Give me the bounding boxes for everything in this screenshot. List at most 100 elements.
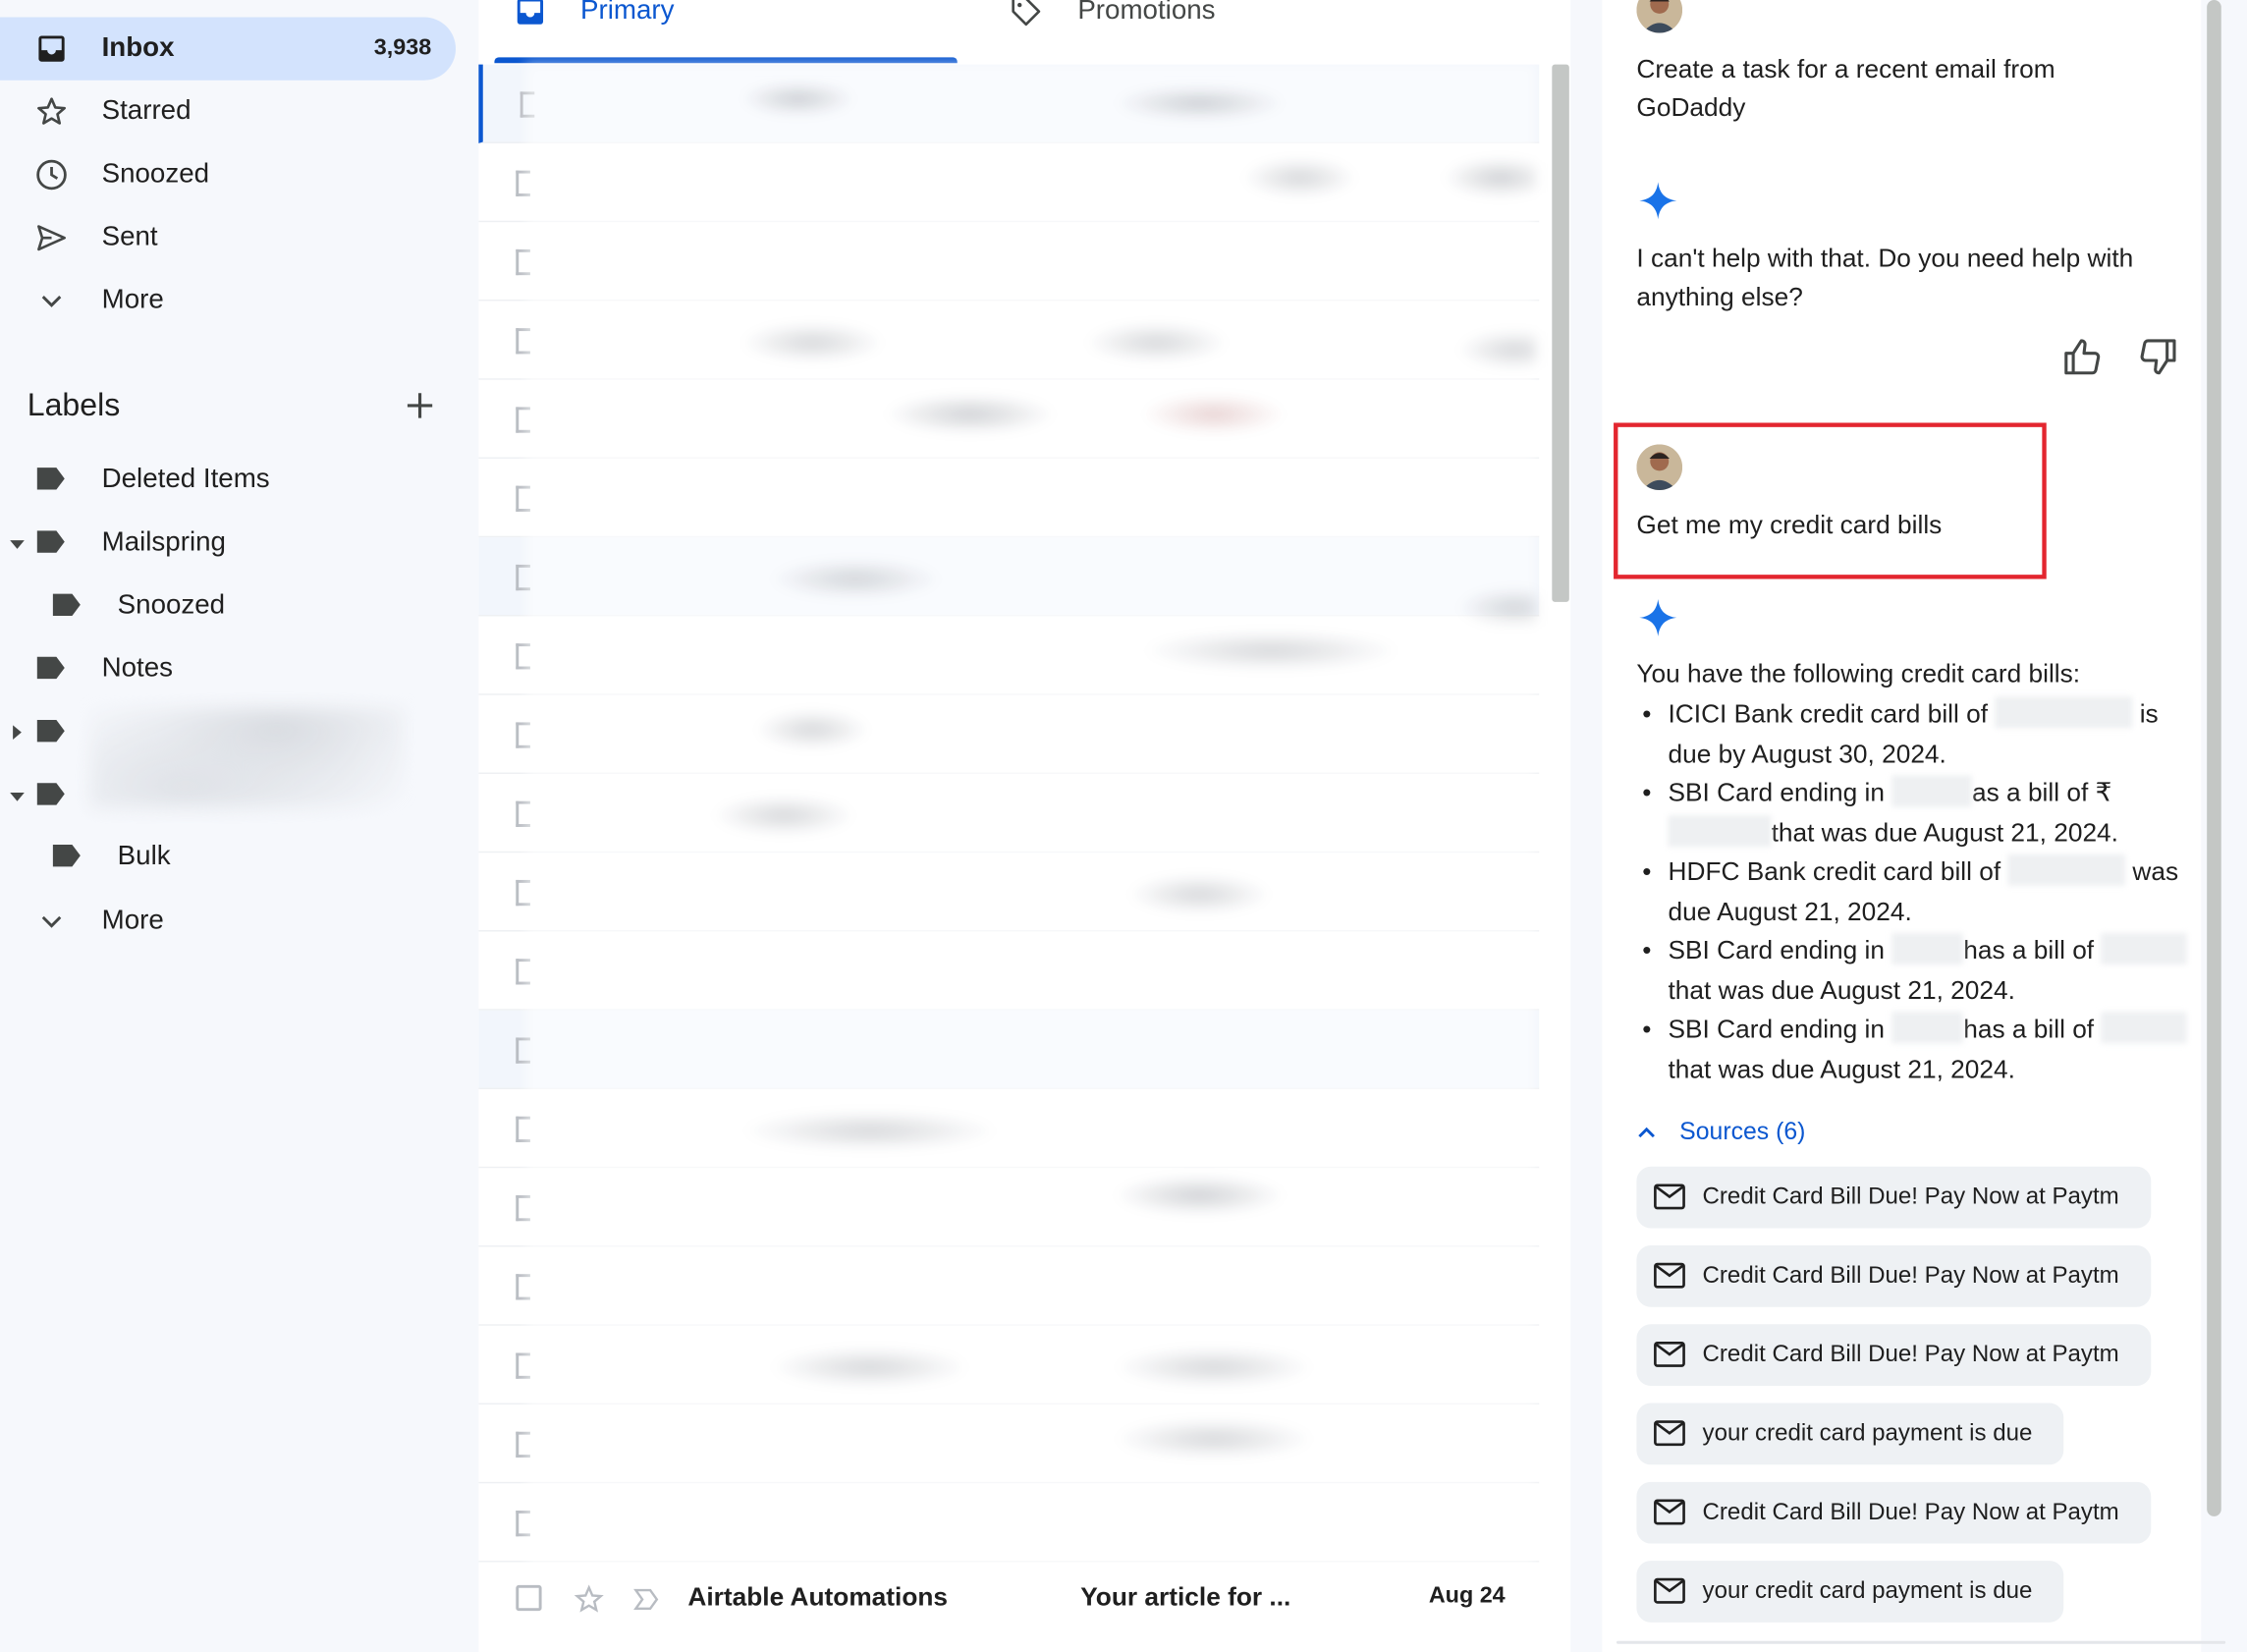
label-name: Mailspring <box>101 526 226 558</box>
star-icon[interactable] <box>574 1583 605 1615</box>
highlight-box <box>1614 422 2047 579</box>
user-avatar <box>1636 0 1683 33</box>
tab-primary-label: Primary <box>579 0 675 27</box>
bill-text: has a bill of <box>1963 935 2095 965</box>
label-tag-icon <box>52 844 81 867</box>
source-chip[interactable]: your credit card payment is due <box>1636 1403 2064 1465</box>
label-name: Bulk <box>117 841 171 872</box>
bill-item: HDFC Bank credit card bill of was due Au… <box>1636 853 2198 931</box>
mail-subject: Your article for ... <box>1080 1581 1291 1612</box>
mail-list: Primary Promotions Airtable Automations … <box>478 0 1571 1652</box>
chevron-up-icon <box>1638 1127 1655 1138</box>
mail-icon <box>1654 1499 1685 1525</box>
source-chip[interactable]: Credit Card Bill Due! Pay Now at Paytm <box>1636 1481 2151 1544</box>
mail-row-airtable[interactable]: Airtable Automations Your article for ..… <box>478 1558 1539 1636</box>
user-prompt-1: Create a task for a recent email from Go… <box>1636 54 2055 123</box>
user-avatar <box>1636 444 1683 491</box>
nav-more-label: More <box>101 285 164 316</box>
redacted-amount <box>2007 854 2126 886</box>
redacted-amount <box>2101 1012 2187 1044</box>
source-chip[interactable]: Credit Card Bill Due! Pay Now at Paytm <box>1636 1245 2151 1307</box>
chevron-down-icon <box>41 296 62 307</box>
tag-icon <box>1012 0 1041 27</box>
label-tag-icon <box>36 656 65 680</box>
source-title: Credit Card Bill Due! Pay Now at Paytm <box>1702 1184 2119 1210</box>
bill-text: as a bill of <box>1971 778 2089 807</box>
mail-icon <box>1654 1341 1685 1367</box>
bill-text: that was due August 21, 2024. <box>1668 974 2015 1005</box>
add-label-icon[interactable] <box>402 387 439 424</box>
caret-right-icon[interactable] <box>9 724 27 742</box>
nav-inbox[interactable]: Inbox 3,938 <box>0 17 457 81</box>
clock-icon <box>36 159 67 191</box>
source-chip[interactable]: Credit Card Bill Due! Pay Now at Paytm <box>1636 1166 2151 1229</box>
label-deleted-items[interactable]: Deleted Items <box>0 449 456 512</box>
mail-icon <box>1654 1420 1685 1447</box>
label-tag-icon <box>36 783 65 805</box>
label-mailspring[interactable]: Mailspring <box>0 512 456 575</box>
gemini-side-panel: Create a task for a recent email from Go… <box>1602 0 2202 1652</box>
label-name: Deleted Items <box>101 464 270 495</box>
tab-primary[interactable]: Primary <box>478 0 957 66</box>
important-icon[interactable] <box>630 1583 662 1615</box>
nav-snoozed[interactable]: Snoozed <box>0 143 456 206</box>
send-icon <box>37 225 66 251</box>
redacted-card-number <box>1891 1012 1964 1044</box>
nav-more[interactable]: More <box>0 269 456 332</box>
panel-scrollbar[interactable] <box>2207 0 2221 1516</box>
gemini-spark-icon <box>1639 598 1677 636</box>
tab-promotions[interactable]: Promotions <box>995 0 1453 66</box>
nav-starred[interactable]: Starred <box>0 81 456 143</box>
redacted-amount <box>2101 932 2187 965</box>
labels-more-label: More <box>101 906 164 936</box>
thumbs-up-icon[interactable] <box>2060 335 2104 378</box>
bill-text: that was due August 21, 2024. <box>1668 1054 2015 1083</box>
tab-promotions-label: Promotions <box>1077 0 1216 27</box>
bill-item: SBI Card ending in has a bill of that wa… <box>1636 1011 2198 1089</box>
bill-item: SBI Card ending in as a bill of ₹ that wa… <box>1636 774 2198 853</box>
gemini-reply-2-intro: You have the following credit card bills… <box>1636 659 2081 688</box>
credit-card-bills-list: ICICI Bank credit card bill of is due by… <box>1636 695 2198 1089</box>
redacted-labels <box>89 707 404 808</box>
label-bulk[interactable]: Bulk <box>0 825 456 888</box>
label-notes[interactable]: Notes <box>0 637 456 700</box>
source-chip[interactable]: your credit card payment is due <box>1636 1561 2064 1623</box>
inbox-icon <box>38 35 65 62</box>
user-prompt-2: Get me my credit card bills <box>1636 510 1943 539</box>
redacted-amount <box>1668 814 1772 847</box>
inbox-count: 3,938 <box>373 35 432 61</box>
source-chip[interactable]: Credit Card Bill Due! Pay Now at Paytm <box>1636 1324 2151 1387</box>
bill-text: has a bill of <box>1963 1015 2095 1044</box>
bill-text: SBI Card ending in <box>1668 935 1892 965</box>
caret-down-icon[interactable] <box>9 789 27 806</box>
bill-item: ICICI Bank credit card bill of is due by… <box>1636 695 2198 774</box>
gemini-spark-icon <box>1639 182 1677 220</box>
nav-snoozed-label: Snoozed <box>101 158 210 190</box>
redacted-card-number <box>1891 775 1972 807</box>
bill-text: SBI Card ending in <box>1668 778 1892 807</box>
inbox-icon <box>517 0 544 25</box>
gemini-reply-1: I can't help with that. Do you need help… <box>1636 244 2134 311</box>
row-checkbox[interactable] <box>516 1584 542 1612</box>
label-tag-icon <box>36 530 65 553</box>
thumbs-down-icon[interactable] <box>2137 335 2180 378</box>
source-title: your credit card payment is due <box>1702 1577 2033 1604</box>
mail-icon <box>1654 1184 1685 1210</box>
label-name: Notes <box>101 653 174 685</box>
nav-sent[interactable]: Sent <box>0 206 456 269</box>
sources-label: Sources (6) <box>1679 1118 1806 1145</box>
source-title: Credit Card Bill Due! Pay Now at Paytm <box>1702 1499 2119 1525</box>
star-icon <box>37 97 66 125</box>
labels-more[interactable]: More <box>0 890 456 953</box>
label-name: Snoozed <box>117 590 226 621</box>
source-title: Credit Card Bill Due! Pay Now at Paytm <box>1702 1262 2119 1289</box>
mail-list-scrollbar[interactable] <box>1552 64 1569 602</box>
bill-text: SBI Card ending in <box>1668 1015 1892 1044</box>
redacted-amount <box>1995 696 2133 729</box>
mail-sender: Airtable Automations <box>687 1581 949 1612</box>
label-mailspring-snoozed[interactable]: Snoozed <box>0 575 456 637</box>
label-tag-icon <box>52 593 81 616</box>
label-tag-icon <box>36 720 65 743</box>
redacted-mail-content <box>525 63 1537 1594</box>
bill-text: ₹ <box>2095 778 2112 807</box>
